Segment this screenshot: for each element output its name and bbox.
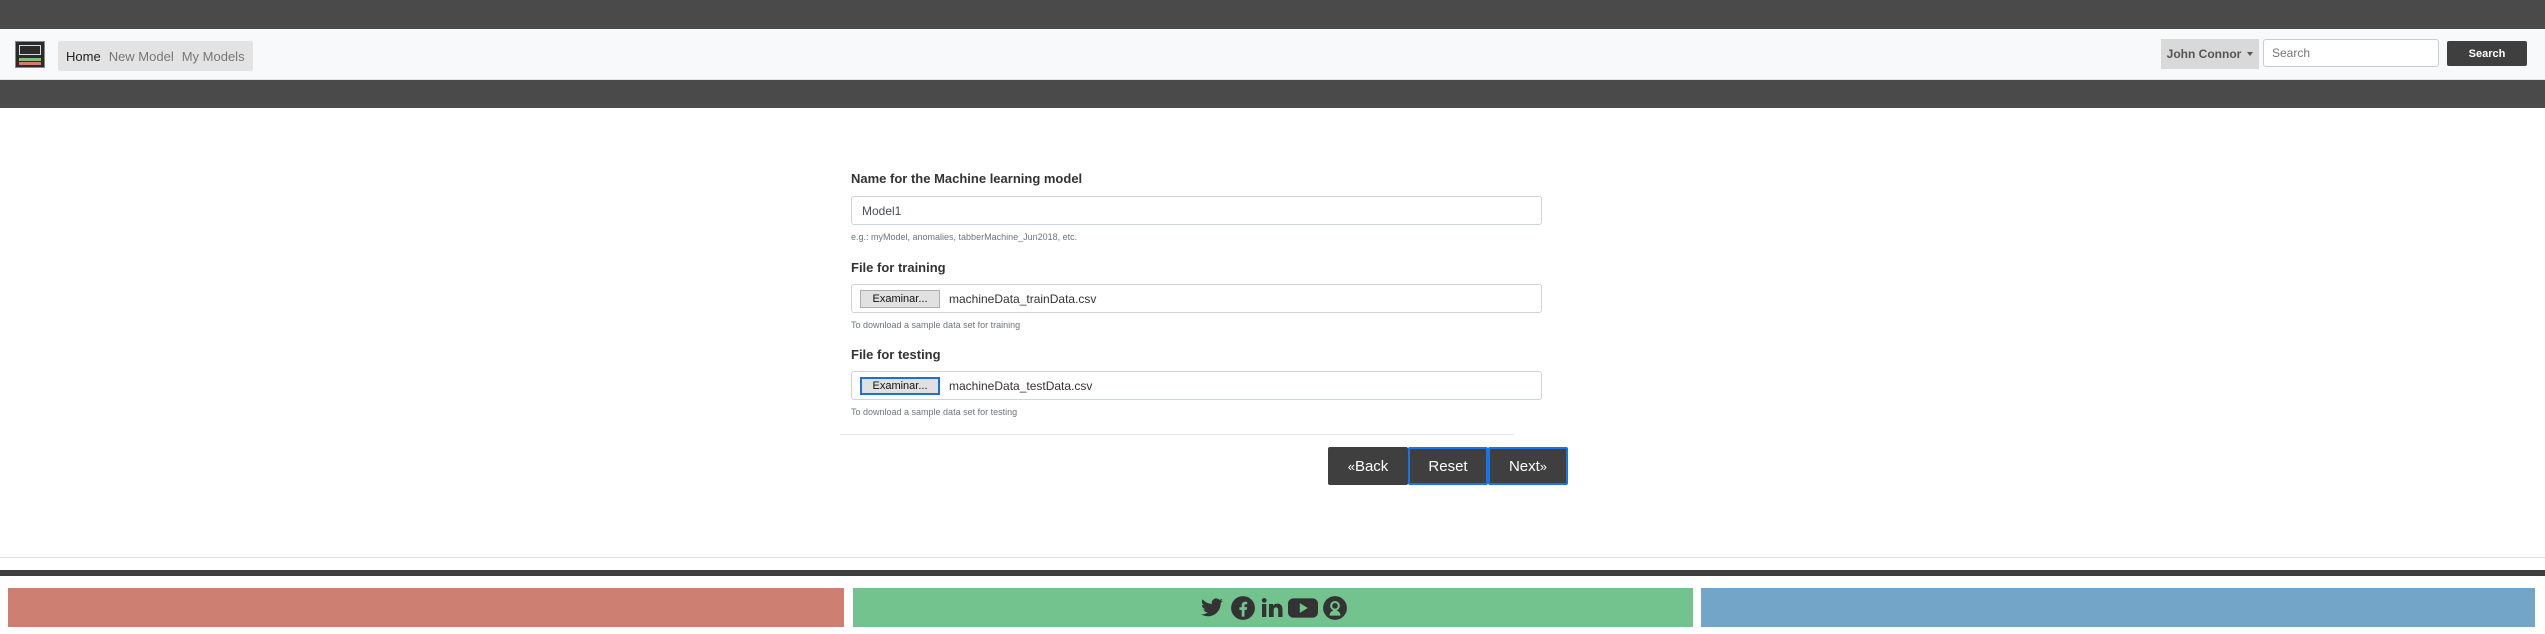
testing-browse-button[interactable]: Examinar... bbox=[860, 377, 940, 395]
reset-button[interactable]: Reset bbox=[1408, 447, 1488, 485]
logo[interactable] bbox=[15, 41, 45, 68]
training-browse-button[interactable]: Examinar... bbox=[860, 290, 940, 308]
nav-home[interactable]: Home bbox=[62, 49, 105, 64]
testing-help: To download a sample data set for testin… bbox=[851, 407, 1018, 417]
back-button[interactable]: «Back bbox=[1328, 447, 1408, 485]
content-bottom-line bbox=[0, 557, 2545, 558]
form-divider bbox=[840, 434, 1514, 435]
back-label: Back bbox=[1354, 457, 1389, 475]
social-links bbox=[853, 588, 1693, 627]
caret-down-icon bbox=[2247, 52, 2254, 56]
testing-file-field: Examinar... machineData_testData.csv bbox=[851, 371, 1542, 400]
footer-panel-middle bbox=[853, 588, 1693, 627]
user-dropdown[interactable]: John Connor bbox=[2161, 39, 2259, 69]
linkedin-icon[interactable] bbox=[1260, 596, 1284, 620]
next-label: Next bbox=[1508, 457, 1540, 475]
github-icon[interactable] bbox=[1322, 595, 1348, 621]
training-help: To download a sample data set for traini… bbox=[851, 320, 1021, 330]
youtube-icon[interactable] bbox=[1288, 596, 1318, 620]
footer-inner bbox=[0, 576, 2545, 634]
footer-panel-right bbox=[1701, 588, 2535, 627]
navbar: Home New Model My Models John Connor Sea… bbox=[0, 29, 2545, 80]
double-chevron-right-icon: » bbox=[1539, 458, 1548, 474]
footer bbox=[0, 570, 2545, 634]
user-name: John Connor bbox=[2166, 47, 2242, 61]
double-chevron-left-icon: « bbox=[1347, 458, 1355, 474]
nav-new-model[interactable]: New Model bbox=[105, 49, 178, 64]
model-name-label: Name for the Machine learning model bbox=[851, 171, 1083, 186]
training-file-name: machineData_trainData.csv bbox=[949, 292, 1097, 306]
model-name-help: e.g.: myModel, anomalies, tabberMachine_… bbox=[851, 232, 1078, 242]
training-label: File for training bbox=[851, 260, 946, 275]
search-button[interactable]: Search bbox=[2447, 41, 2527, 66]
next-button[interactable]: Next» bbox=[1488, 447, 1568, 485]
search-input[interactable] bbox=[2263, 39, 2439, 67]
testing-label: File for testing bbox=[851, 347, 941, 362]
nav-links: Home New Model My Models bbox=[58, 41, 253, 71]
training-file-field: Examinar... machineData_trainData.csv bbox=[851, 284, 1542, 313]
sub-strip bbox=[0, 80, 2545, 108]
testing-file-name: machineData_testData.csv bbox=[949, 379, 1093, 393]
facebook-icon[interactable] bbox=[1230, 595, 1256, 621]
model-name-field[interactable]: Model1 bbox=[851, 196, 1542, 225]
reset-label: Reset bbox=[1428, 457, 1468, 475]
footer-panel-left bbox=[8, 588, 844, 627]
top-strip bbox=[0, 0, 2545, 29]
nav-my-models[interactable]: My Models bbox=[178, 49, 249, 64]
twitter-icon[interactable] bbox=[1198, 596, 1226, 620]
model-name-value: Model1 bbox=[862, 204, 902, 218]
